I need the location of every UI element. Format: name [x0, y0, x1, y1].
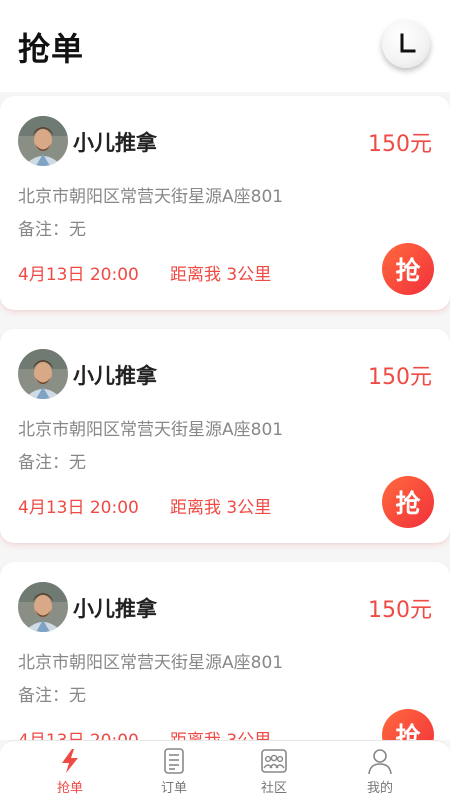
tab-label: 订单 — [160, 781, 187, 796]
lightning-icon — [62, 749, 78, 773]
address: 北京市朝阳区常营天街星源A座801 — [18, 420, 284, 440]
tab-label: 抢单 — [56, 781, 83, 796]
note-label: 备注： — [18, 453, 69, 473]
tab-label: 我的 — [366, 781, 393, 796]
tab-community[interactable]: 社区 — [218, 741, 330, 800]
history-button[interactable] — [382, 20, 430, 68]
customer-name: 小儿推拿 — [73, 131, 157, 155]
note: 备注：无 — [18, 215, 86, 240]
distance-label: 距离我 — [170, 498, 221, 518]
order-card[interactable]: 小儿推拿 150元 北京市朝阳区常营天街星源A座801 备注：无 4月13日 2… — [0, 329, 450, 543]
distance-value: 3公里 — [226, 498, 272, 518]
grab-order-button[interactable]: 抢 — [382, 243, 434, 295]
grab-order-button[interactable]: 抢 — [382, 476, 434, 528]
note-value: 无 — [69, 453, 86, 473]
distance: 距离我 3公里 — [170, 260, 271, 285]
distance-value: 3公里 — [226, 726, 271, 740]
note: 备注：无 — [18, 448, 86, 473]
page: 抢单 小儿推拿 150元 北京市朝阳区常营天街星源A座801 备注：无 4月13… — [0, 0, 450, 800]
price: 150元 — [368, 365, 432, 390]
customer-name: 小儿推拿 — [73, 597, 157, 621]
bottom-tab-bar: 抢单 订单 社区 我的 — [0, 740, 450, 800]
grab-order-button[interactable]: 抢 — [382, 709, 434, 740]
distance: 距离我 3公里 — [170, 493, 271, 518]
appointment-time: 4月13日 20:00 — [18, 265, 139, 285]
community-icon — [261, 749, 287, 773]
person-icon — [368, 749, 392, 775]
tab-profile[interactable]: 我的 — [324, 741, 436, 800]
header: 抢单 — [0, 0, 450, 92]
appointment-time: 4月13日 20:00 — [18, 726, 139, 740]
avatar — [18, 116, 68, 166]
avatar — [18, 349, 68, 399]
distance-label: 距离我 — [170, 265, 221, 285]
document-icon — [164, 748, 184, 774]
order-feed[interactable]: 小儿推拿 150元 北京市朝阳区常营天街星源A座801 备注：无 4月13日 2… — [0, 92, 450, 740]
page-title: 抢单 — [18, 30, 85, 68]
avatar — [18, 582, 68, 632]
note: 备注：无 — [18, 681, 86, 706]
address: 北京市朝阳区常营天街星源A座801 — [18, 187, 284, 207]
price: 150元 — [368, 598, 432, 623]
distance-label: 距离我 — [170, 726, 221, 740]
order-card[interactable]: 小儿推拿 150元 北京市朝阳区常营天街星源A座801 备注：无 4月13日 2… — [0, 96, 450, 310]
note-label: 备注： — [18, 686, 69, 706]
distance-value: 3公里 — [226, 265, 272, 285]
address: 北京市朝阳区常营天街星源A座801 — [18, 653, 284, 673]
tab-orders[interactable]: 订单 — [118, 741, 230, 800]
appointment-time: 4月13日 20:00 — [18, 498, 139, 518]
customer-name: 小儿推拿 — [73, 364, 157, 388]
note-value: 无 — [69, 686, 86, 706]
tab-label: 社区 — [260, 781, 287, 796]
tab-grab-orders[interactable]: 抢单 — [14, 741, 126, 800]
clock-icon — [400, 33, 416, 53]
note-value: 无 — [69, 220, 86, 240]
order-card[interactable]: 小儿推拿 150元 北京市朝阳区常营天街星源A座801 备注：无 4月13日 2… — [0, 562, 450, 740]
note-label: 备注： — [18, 220, 69, 240]
distance: 距离我 3公里 — [170, 726, 271, 740]
price: 150元 — [368, 132, 432, 157]
